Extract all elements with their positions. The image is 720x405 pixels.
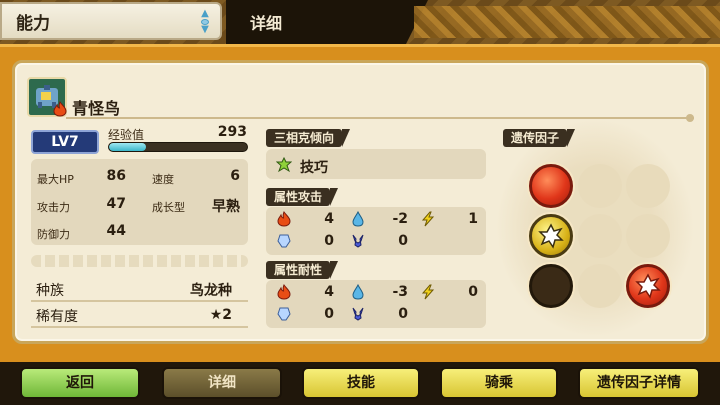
hp-value: 86 <box>106 168 126 184</box>
ice-icon <box>277 234 291 248</box>
dragon-icon <box>352 234 364 248</box>
triangle-value: 技巧 <box>300 160 328 176</box>
speed-value: 6 <box>230 168 240 184</box>
species-label: 种族 <box>36 283 64 299</box>
resist-water-value: -3 <box>392 284 408 300</box>
attack-ice-value: 0 <box>324 233 334 249</box>
defense-value: 44 <box>106 223 126 239</box>
fire-element-icon <box>53 101 67 117</box>
back-button[interactable]: 返回 <box>20 367 140 399</box>
rarity-underline <box>31 326 248 328</box>
gene-red-power[interactable] <box>529 164 573 208</box>
water-icon <box>352 211 364 227</box>
tab-detail-header: 详细 <box>226 0 428 44</box>
exp-label: 经验值 <box>108 128 145 142</box>
attack-value: 47 <box>106 196 126 212</box>
detail-button[interactable]: 详细 <box>162 367 282 399</box>
attack-fire-value: 4 <box>324 211 334 227</box>
species-underline <box>31 300 248 302</box>
dragon-icon <box>352 307 364 321</box>
skills-button[interactable]: 技能 <box>302 367 420 399</box>
gene-slot-empty[interactable] <box>578 264 622 308</box>
triangle-box <box>266 149 486 179</box>
attack-water-value: -2 <box>392 211 408 227</box>
decorative-pattern <box>414 6 720 38</box>
growth-label: 成长型 <box>152 201 185 214</box>
exp-bar <box>108 142 248 152</box>
gene-empty-dark[interactable] <box>529 264 573 308</box>
gene-slot-empty[interactable] <box>626 214 670 258</box>
speed-label: 速度 <box>152 173 174 186</box>
attack-thunder-value: 1 <box>468 211 478 227</box>
burst-icon <box>635 273 661 299</box>
gene-red-burst[interactable] <box>626 264 670 308</box>
gene-slot-empty[interactable] <box>626 164 670 208</box>
thunder-icon <box>421 211 435 227</box>
exp-bar-fill <box>109 143 147 151</box>
rarity-value: ★2 <box>209 307 232 323</box>
water-icon <box>352 284 364 300</box>
triangle-title: 三相克倾向 <box>266 129 351 147</box>
divider <box>31 255 248 267</box>
species-value: 鸟龙种 <box>190 283 232 299</box>
tab-ability-label: 能力 <box>16 13 50 34</box>
rarity-label: 稀有度 <box>36 309 78 325</box>
name-underline <box>66 114 694 122</box>
fire-icon <box>277 211 291 227</box>
attack-label: 攻击力 <box>37 201 70 214</box>
gene-slot-empty[interactable] <box>578 214 622 258</box>
elem-resist-title: 属性耐性 <box>266 261 339 279</box>
elem-attack-title: 属性攻击 <box>266 188 339 206</box>
hp-label: 最大HP <box>37 173 74 186</box>
resist-dragon-value: 0 <box>398 306 408 322</box>
tab-detail-label: 详细 <box>250 14 283 33</box>
resist-fire-value: 4 <box>324 284 334 300</box>
genes-title: 遗传因子 <box>503 129 576 147</box>
growth-value: 早熟 <box>212 199 240 215</box>
gene-yellow-technique[interactable] <box>529 214 573 258</box>
tab-ability[interactable]: 能力 ▲ ▼ <box>0 2 222 40</box>
exp-value: 293 <box>217 124 247 140</box>
fire-icon <box>277 284 291 300</box>
burst-icon <box>538 223 564 249</box>
ice-icon <box>277 307 291 321</box>
monster-name: 青怪鸟 <box>72 99 121 118</box>
technique-icon <box>276 157 292 173</box>
thunder-icon <box>421 284 435 300</box>
resist-thunder-value: 0 <box>468 284 478 300</box>
tab-switch-arrows-icon[interactable]: ▲ ▼ <box>198 9 212 35</box>
gene-detail-button[interactable]: 遗传因子详情 <box>578 367 700 399</box>
attack-dragon-value: 0 <box>398 233 408 249</box>
resist-ice-value: 0 <box>324 306 334 322</box>
gene-slot-empty[interactable] <box>578 164 622 208</box>
defense-label: 防御力 <box>37 228 70 241</box>
monster-portrait <box>27 77 67 117</box>
level-badge: LV7 <box>31 130 99 154</box>
riding-button[interactable]: 骑乘 <box>440 367 558 399</box>
